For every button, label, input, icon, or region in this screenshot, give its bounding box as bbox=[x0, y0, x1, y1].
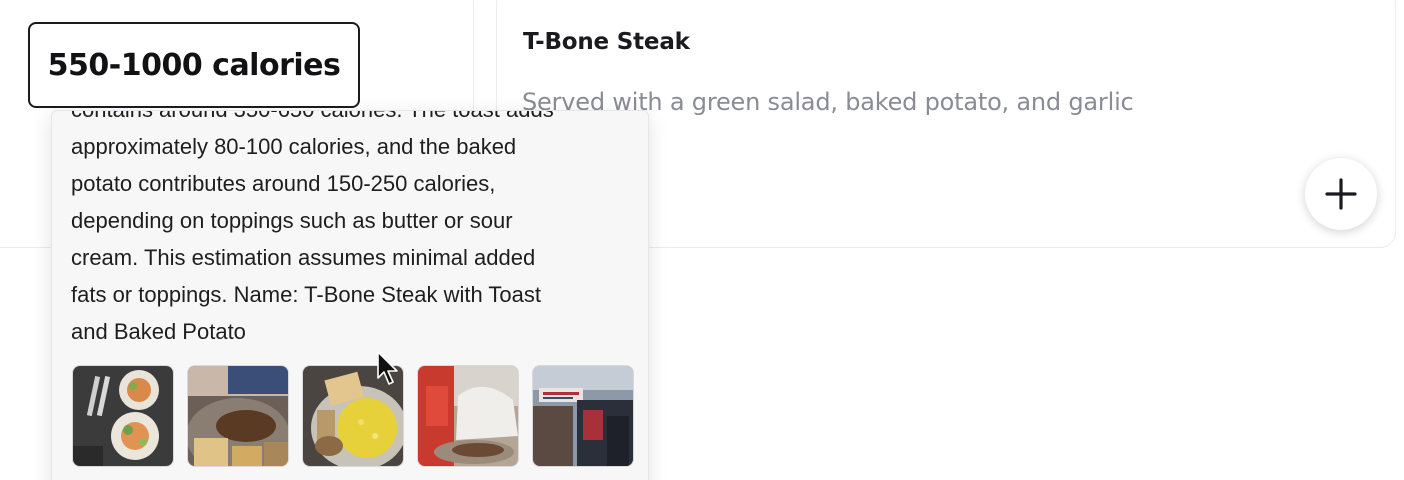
estimate-line: approximately 80-100 calories, and the b… bbox=[71, 134, 517, 159]
food-photo-2[interactable] bbox=[187, 365, 289, 467]
food-photo-1[interactable] bbox=[72, 365, 174, 467]
calories-label: 550-1000 calories bbox=[28, 22, 360, 108]
calorie-estimate-text: contains around 350-650 calories. The to… bbox=[71, 111, 631, 350]
add-to-cart-button[interactable] bbox=[1305, 158, 1377, 230]
plus-icon bbox=[1325, 178, 1357, 210]
food-photo-5[interactable] bbox=[532, 365, 634, 467]
food-photo-4[interactable] bbox=[417, 365, 519, 467]
menu-page: ak T-Bone Steak Served with a green sala… bbox=[0, 0, 1404, 480]
estimate-line: and Baked Potato bbox=[71, 319, 246, 344]
estimate-line: contains around 350-650 calories. The to… bbox=[71, 111, 631, 128]
estimate-line: cream. This estimation assumes minimal a… bbox=[71, 245, 536, 270]
estimate-line: fats or toppings. Name: T-Bone Steak wit… bbox=[71, 282, 541, 307]
calories-label-text: 550-1000 calories bbox=[47, 47, 341, 83]
food-photo-3[interactable] bbox=[302, 365, 404, 467]
estimate-line: depending on toppings such as butter or … bbox=[71, 208, 513, 233]
food-photo-strip bbox=[72, 365, 634, 467]
estimate-line: potato contributes around 150-250 calori… bbox=[71, 171, 496, 196]
menu-item-title: T-Bone Steak bbox=[523, 29, 690, 55]
calorie-estimate-popover: contains around 350-650 calories. The to… bbox=[51, 110, 649, 480]
